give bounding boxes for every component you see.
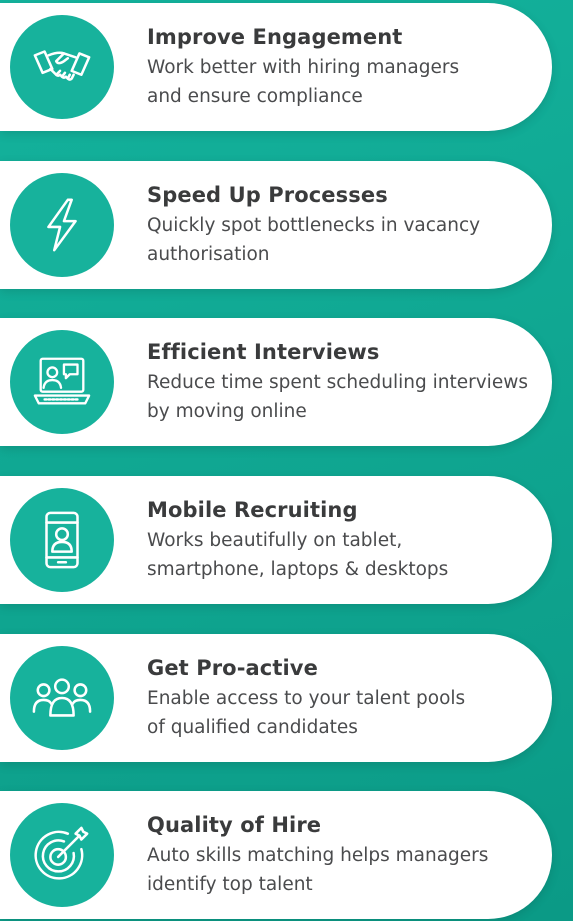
feature-description-line2: authorisation — [147, 244, 270, 265]
feature-title: Speed Up Processes — [147, 183, 388, 207]
feature-card-speed-up-processes: Speed Up Processes Quickly spot bottlene… — [0, 161, 552, 289]
feature-card-get-pro-active: Get Pro-active Enable access to your tal… — [0, 634, 552, 762]
feature-title: Quality of Hire — [147, 813, 322, 837]
mobile-profile-icon — [10, 488, 114, 592]
lightning-bolt-icon — [10, 173, 114, 277]
feature-title: Mobile Recruiting — [147, 498, 358, 522]
feature-description-line1: Enable access to your talent pools — [147, 688, 466, 709]
feature-description-line1: Reduce time spent scheduling interviews — [147, 372, 528, 393]
feature-list: Improve Engagement Work better with hiri… — [0, 0, 573, 921]
handshake-icon — [10, 15, 114, 119]
feature-description-line2: of qualified candidates — [147, 717, 358, 738]
feature-description-line1: Works beautifully on tablet, — [147, 530, 403, 551]
feature-description-line1: Auto skills matching helps managers — [147, 845, 489, 866]
feature-description-line1: Quickly spot bottlenecks in vacancy — [147, 215, 481, 236]
feature-title: Get Pro-active — [147, 656, 318, 680]
feature-description-line1: Work better with hiring managers — [147, 57, 460, 78]
feature-description-line2: and ensure compliance — [147, 86, 363, 107]
feature-description-line2: smartphone, laptops & desktops — [147, 559, 449, 580]
target-dart-icon — [10, 803, 114, 907]
feature-description-line2: by moving online — [147, 401, 307, 422]
feature-card-efficient-interviews: Efficient Interviews Reduce time spent s… — [0, 318, 552, 446]
people-group-icon — [10, 646, 114, 750]
feature-title: Improve Engagement — [147, 25, 403, 49]
feature-card-improve-engagement: Improve Engagement Work better with hiri… — [0, 3, 552, 131]
video-interview-laptop-icon — [10, 330, 114, 434]
feature-description-line2: identify top talent — [147, 874, 313, 895]
feature-title: Efficient Interviews — [147, 340, 380, 364]
feature-card-quality-of-hire: Quality of Hire Auto skills matching hel… — [0, 791, 552, 919]
feature-card-mobile-recruiting: Mobile Recruiting Works beautifully on t… — [0, 476, 552, 604]
